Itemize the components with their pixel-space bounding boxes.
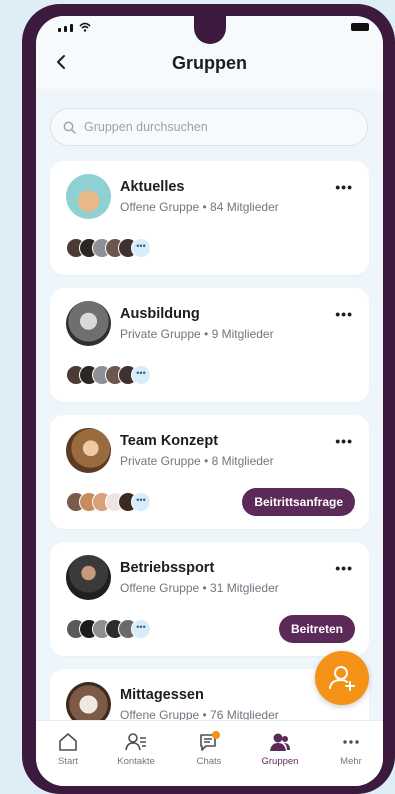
group-meta: Private Gruppe • 9 Mitglieder (120, 327, 274, 341)
more-icon (343, 740, 359, 744)
search-placeholder: Gruppen durchsuchen (84, 120, 208, 134)
group-name: Betriebssport (120, 560, 215, 576)
tab-kontakte[interactable]: Kontakte (111, 731, 161, 767)
tab-label: Chats (196, 756, 222, 767)
wifi-icon (79, 22, 91, 32)
more-members-icon: ••• (131, 619, 151, 639)
tab-gruppen[interactable]: Gruppen (255, 731, 305, 767)
tab-chats[interactable]: Chats (184, 731, 234, 767)
contacts-icon (125, 733, 146, 751)
groups-icon (270, 733, 290, 751)
battery-icon (351, 23, 369, 31)
group-card[interactable]: Ausbildung Private Gruppe • 9 Mitglieder… (50, 288, 369, 402)
group-card[interactable]: Team Konzept Private Gruppe • 8 Mitglied… (50, 415, 369, 529)
group-avatar (66, 555, 111, 600)
member-avatars: ••• (66, 365, 151, 385)
group-avatar (66, 428, 111, 473)
search-icon (63, 121, 76, 134)
group-name: Mittagessen (120, 687, 204, 703)
tab-label: Gruppen (261, 756, 299, 767)
group-card[interactable]: Betriebssport Offene Gruppe • 31 Mitglie… (50, 542, 369, 656)
more-options-button[interactable]: ••• (335, 179, 353, 195)
member-avatars: ••• (66, 238, 151, 258)
tab-label: Mehr (340, 756, 362, 767)
group-avatar (66, 301, 111, 346)
search-input[interactable]: Gruppen durchsuchen (50, 108, 368, 146)
more-members-icon: ••• (131, 238, 151, 258)
more-members-icon: ••• (131, 365, 151, 385)
group-meta: Private Gruppe • 8 Mitglieder (120, 454, 274, 468)
tab-label: Kontakte (117, 756, 155, 767)
member-avatars: ••• (66, 619, 151, 639)
app-screen: Gruppen Gruppen durchsuchen Aktuelles Of… (36, 16, 383, 786)
group-name: Aktuelles (120, 179, 185, 195)
tab-label: Start (57, 756, 79, 767)
group-name: Team Konzept (120, 433, 219, 449)
join-button[interactable]: Beitreten (278, 615, 355, 643)
more-options-button[interactable]: ••• (335, 306, 353, 322)
create-group-button[interactable] (315, 651, 369, 705)
group-meta: Offene Gruppe • 31 Mitglieder (120, 581, 279, 595)
page-title: Gruppen (172, 53, 247, 73)
more-options-button[interactable]: ••• (335, 560, 353, 576)
add-group-icon (329, 666, 355, 691)
home-icon (59, 733, 77, 751)
header: Gruppen (36, 16, 383, 89)
bottom-tab-bar: Start Kontakte Chats Gruppen Mehr (36, 720, 383, 786)
chat-icon (200, 731, 220, 751)
more-members-icon: ••• (131, 492, 151, 512)
group-name: Ausbildung (120, 306, 200, 322)
group-card[interactable]: Aktuelles Offene Gruppe • 84 Mitglieder … (50, 161, 369, 275)
camera-notch (194, 16, 226, 44)
group-avatar (66, 174, 111, 219)
status-bar-signal (58, 22, 91, 32)
more-options-button[interactable]: ••• (335, 433, 353, 449)
tab-mehr[interactable]: Mehr (326, 731, 376, 767)
tab-start[interactable]: Start (43, 731, 93, 767)
member-avatars: ••• (66, 492, 151, 512)
join-request-button[interactable]: Beitrittsanfrage (242, 488, 355, 516)
group-meta: Offene Gruppe • 84 Mitglieder (120, 200, 279, 214)
